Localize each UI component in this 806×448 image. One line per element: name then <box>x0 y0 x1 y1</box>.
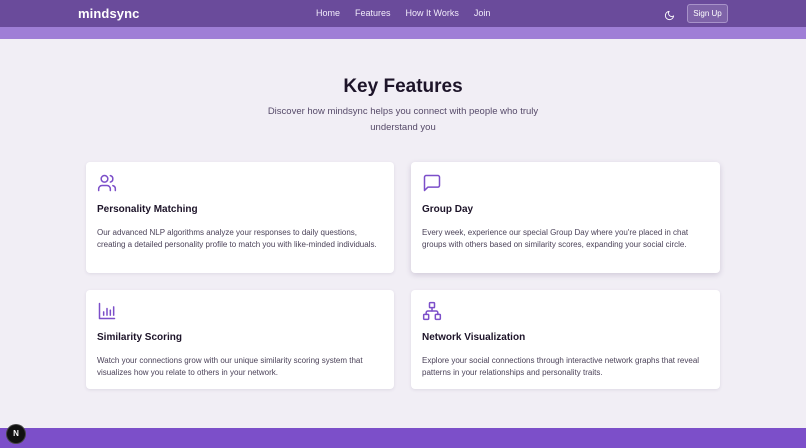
card-description: Every week, experience our special Group… <box>422 228 689 249</box>
bar-chart-icon <box>97 301 117 321</box>
card-description: Our advanced NLP algorithms analyze your… <box>97 228 377 249</box>
section-title: Key Features <box>343 76 463 97</box>
footer-band <box>0 428 806 448</box>
card-title: Personality Matching <box>97 204 198 215</box>
card-description: Explore your social connections through … <box>422 356 700 377</box>
feature-card-network-visualization: Network Visualization Explore your socia… <box>411 290 720 389</box>
accent-strip <box>0 27 806 39</box>
network-icon <box>422 301 442 321</box>
card-title: Network Visualization <box>422 332 526 343</box>
users-icon <box>97 173 117 193</box>
section-subtitle: Discover how mindsync helps you connect … <box>267 106 539 133</box>
moon-icon[interactable] <box>664 8 675 21</box>
card-description: Watch your connections grow with our uni… <box>97 356 363 377</box>
feature-card-similarity-scoring: Similarity Scoring Watch your connection… <box>86 290 394 389</box>
brand-logo[interactable]: mindsync <box>78 6 139 21</box>
sign-up-button[interactable]: Sign Up <box>687 4 728 23</box>
dev-badge[interactable]: N <box>7 425 25 443</box>
nav-link-home[interactable]: Home <box>316 8 340 18</box>
nav-link-join[interactable]: Join <box>474 8 491 18</box>
card-title: Group Day <box>422 204 474 215</box>
nav-link-features[interactable]: Features <box>355 8 391 18</box>
navbar: mindsync Home Features How It Works Join… <box>0 0 806 27</box>
message-square-icon <box>422 173 442 193</box>
nav-links: Home Features How It Works Join <box>316 8 505 18</box>
feature-card-group-day: Group Day Every week, experience our spe… <box>411 162 720 273</box>
feature-card-personality-matching: Personality Matching Our advanced NLP al… <box>86 162 394 273</box>
nav-link-how-it-works[interactable]: How It Works <box>406 8 459 18</box>
card-title: Similarity Scoring <box>97 332 183 343</box>
